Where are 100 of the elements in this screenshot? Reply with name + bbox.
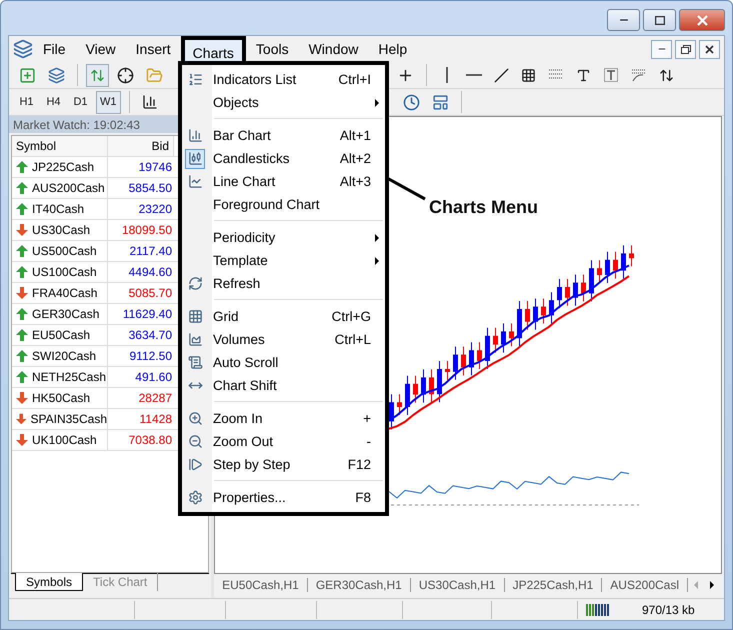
bid-cell-text: 18099.50 xyxy=(120,222,173,239)
menu-item[interactable]: View xyxy=(76,36,126,62)
bid-cell-text: 19746 xyxy=(138,159,173,176)
candlestick xyxy=(485,327,490,370)
menu-item[interactable]: Auto Scroll xyxy=(182,351,385,374)
menu-label: Foreground Chart xyxy=(213,197,321,212)
menu-item[interactable]: Template xyxy=(182,249,385,272)
symbol-text: US100Cash xyxy=(32,265,97,279)
panel-tab[interactable]: Symbols xyxy=(15,573,84,591)
candlestick xyxy=(549,292,554,324)
menu-item[interactable]: Refresh xyxy=(182,272,385,295)
menu-label: Bar Chart xyxy=(213,128,272,143)
layers-icon xyxy=(48,66,65,84)
up-down-arrows-icon xyxy=(659,68,674,82)
candlestick xyxy=(629,244,634,267)
shortcut-text: Ctrl+G xyxy=(332,309,371,324)
menu-label: Zoom In xyxy=(213,411,264,426)
vertical-line-icon xyxy=(444,67,448,83)
restore-button[interactable] xyxy=(675,40,696,58)
menu-item[interactable]: Periodicity xyxy=(182,226,385,249)
candlestick xyxy=(525,300,530,330)
candlestick xyxy=(397,394,402,416)
menu-item[interactable]: Window xyxy=(298,36,368,62)
menu-item[interactable]: Insert xyxy=(126,36,181,62)
symbol-text: US500Cash xyxy=(32,244,97,258)
connection-bars-icon xyxy=(586,604,612,616)
candlestick xyxy=(541,298,546,324)
candlestick xyxy=(501,322,506,354)
candlestick xyxy=(477,342,482,370)
menu-item[interactable]: Step by Step F12 xyxy=(182,453,385,476)
candlestick xyxy=(581,274,586,302)
candlestick xyxy=(589,260,594,302)
symbol-text: JP225Cash xyxy=(32,160,94,174)
chart-tab[interactable]: US30Cash,H1 xyxy=(410,578,505,592)
candlestick xyxy=(621,244,626,280)
menu-item[interactable]: Line Chart Alt+3 xyxy=(182,170,385,193)
period-button[interactable]: W1 xyxy=(96,90,120,114)
candlestick xyxy=(509,322,514,347)
candlestick xyxy=(533,298,538,330)
up-down-arrows-icon xyxy=(90,68,105,82)
period-button[interactable]: H1 xyxy=(15,90,38,114)
chart-tab[interactable]: AUS200Casl xyxy=(602,578,688,592)
candlestick xyxy=(469,342,474,376)
minimize-button[interactable] xyxy=(607,9,640,31)
menu-item[interactable]: Foreground Chart xyxy=(182,193,385,216)
menu-item[interactable]: Help xyxy=(368,36,418,62)
menu-item[interactable]: Chart Shift xyxy=(182,374,385,397)
menu-label: Zoom Out xyxy=(213,434,274,449)
period-button[interactable]: D1 xyxy=(69,90,92,114)
candlestick xyxy=(573,274,578,306)
menu-label: Chart Shift xyxy=(213,378,278,393)
menu-item[interactable]: Grid Ctrl+G xyxy=(182,305,385,328)
close-button[interactable] xyxy=(699,40,720,58)
folder-icon xyxy=(146,66,163,84)
menu-label: Indicators List xyxy=(213,72,298,87)
menu-label: Objects xyxy=(213,95,260,110)
menu-item[interactable]: Properties... F8 xyxy=(182,486,385,509)
crosshair-icon xyxy=(117,66,134,84)
menu-label: Auto Scroll xyxy=(213,355,280,370)
chart-tab[interactable]: GER30Cash,H1 xyxy=(308,578,411,592)
menu-item[interactable]: Objects xyxy=(182,91,385,114)
menu-item[interactable]: Zoom In + xyxy=(182,407,385,430)
shortcut-text: F12 xyxy=(348,457,371,472)
candlestick xyxy=(389,394,394,430)
text-box-icon xyxy=(603,67,619,83)
restore-icon xyxy=(680,44,690,54)
menu-item[interactable]: Indicators List Ctrl+I xyxy=(182,68,385,91)
symbol-text: UK100Cash xyxy=(32,433,97,447)
candlestick xyxy=(461,346,466,376)
menu-label: Periodicity xyxy=(213,230,276,245)
candlestick xyxy=(453,346,458,380)
chart-tab[interactable]: EU50Cash,H1 xyxy=(214,578,308,592)
period-button[interactable]: H4 xyxy=(42,90,65,114)
menu-item[interactable]: Volumes Ctrl+L xyxy=(182,328,385,351)
menu-item[interactable]: Candlesticks Alt+2 xyxy=(182,147,385,170)
bid-cell-text: 491.60 xyxy=(134,369,173,386)
menu-item[interactable]: Zoom Out - xyxy=(182,430,385,453)
column-header: Symbol xyxy=(12,136,108,156)
candlestick xyxy=(493,327,498,354)
traffic-text: 970/13 kb xyxy=(642,602,695,616)
candlestick xyxy=(565,278,570,306)
symbol-text: SWI20Cash xyxy=(32,349,96,363)
menu-item[interactable]: Charts xyxy=(180,36,246,62)
menu-label: Line Chart xyxy=(213,174,276,189)
symbol-text: EU50Cash xyxy=(32,328,90,342)
bid-cell-text: 4494.60 xyxy=(128,264,173,281)
symbol-text: NETH25Cash xyxy=(32,370,106,384)
shortcut-text: + xyxy=(363,411,371,426)
menu-item[interactable]: Tools xyxy=(246,36,299,62)
candlestick xyxy=(437,360,442,403)
maximize-button[interactable] xyxy=(643,9,676,31)
fan-icon xyxy=(631,68,647,82)
menu-item[interactable]: File xyxy=(33,36,76,62)
bid-cell-text: 5854.50 xyxy=(128,180,173,197)
chart-tab[interactable]: JP225Cash,H1 xyxy=(504,578,602,592)
diagonal-line-icon xyxy=(494,68,509,82)
candlestick xyxy=(429,368,434,403)
symbol-text: IT40Cash xyxy=(32,202,84,216)
shortcut-text: Alt+1 xyxy=(340,128,371,143)
bid-cell-text: 3634.70 xyxy=(128,327,173,344)
